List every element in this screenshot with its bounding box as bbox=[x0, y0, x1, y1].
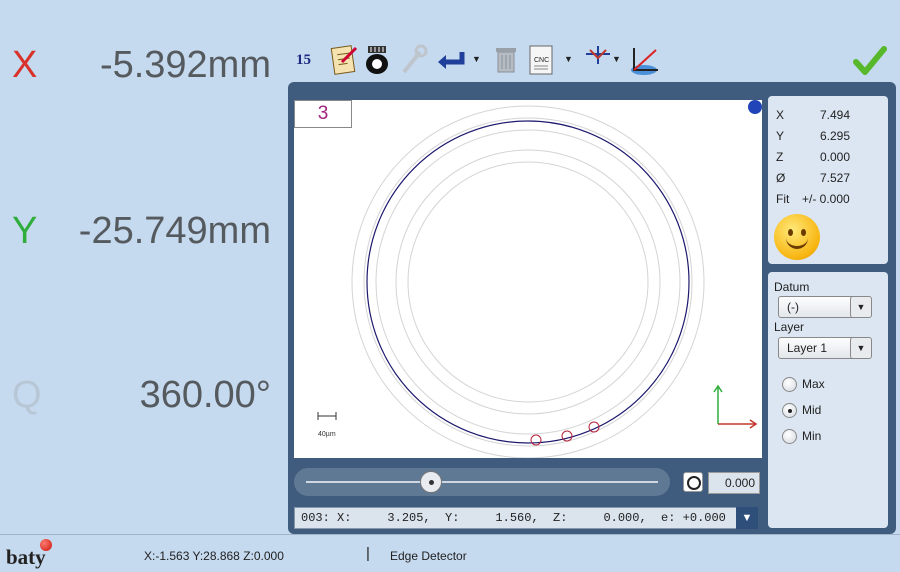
options-panel: Datum (-) ▼ Layer Layer 1 ▼ Max Mid Min bbox=[768, 272, 888, 528]
slider-value[interactable]: 0.000 bbox=[708, 472, 760, 494]
layer-dropdown-icon[interactable]: ▼ bbox=[850, 337, 872, 359]
layer-label: Layer bbox=[774, 320, 805, 334]
status-coords: X:-1.563 Y:28.868 Z:0.000 bbox=[144, 549, 284, 563]
x-value: -5.392mm bbox=[99, 44, 271, 86]
smiley-icon bbox=[774, 214, 820, 260]
layer-tag: 3 bbox=[294, 100, 352, 128]
feature-viewport[interactable]: 40µm 3 bbox=[294, 100, 762, 458]
result-z: Z 0.000 bbox=[776, 150, 850, 164]
toolbar: 15 ▼ CNC ▼ ▼ bbox=[294, 40, 894, 84]
result-x: X 7.494 bbox=[776, 108, 850, 122]
status-bar: baty X:-1.563 Y:28.868 Z:0.000 | Edge De… bbox=[0, 534, 900, 572]
result-y: Y 6.295 bbox=[776, 129, 850, 143]
return-icon[interactable] bbox=[434, 42, 470, 78]
dro-q: Q 360.00° bbox=[0, 374, 285, 434]
result-panel: X 7.494 Y 6.295 Z 0.000 Ø 7.527 Fit +/- 0.000 bbox=[768, 96, 888, 264]
command-line[interactable]: 003: X: 3.205, Y: 1.560, Z: 0.000, e: +0… bbox=[294, 507, 758, 529]
datum-label: Datum bbox=[774, 280, 810, 294]
report-icon[interactable] bbox=[328, 42, 364, 78]
confirm-check-icon[interactable] bbox=[853, 46, 887, 76]
command-dropdown-icon[interactable]: ▼ bbox=[736, 507, 758, 529]
result-diameter: Ø 7.527 bbox=[776, 171, 850, 185]
svg-text:CNC: CNC bbox=[534, 57, 549, 64]
measure-point bbox=[561, 430, 573, 442]
crosshair-dropdown-icon[interactable]: ▼ bbox=[612, 54, 621, 64]
q-value: 360.00° bbox=[139, 374, 271, 416]
wrench-icon[interactable] bbox=[398, 42, 434, 78]
slider-track bbox=[306, 481, 658, 483]
return-dropdown-icon[interactable]: ▼ bbox=[472, 54, 481, 64]
cnc-icon[interactable]: CNC bbox=[526, 42, 562, 78]
trash-icon[interactable] bbox=[490, 42, 526, 78]
radio-max[interactable]: Max bbox=[782, 376, 882, 394]
logo-dot-icon bbox=[40, 539, 52, 551]
y-axis-label: Y bbox=[12, 210, 38, 252]
fitted-circle bbox=[366, 120, 690, 444]
y-value: -25.749mm bbox=[78, 210, 271, 252]
scale-label: 40µm bbox=[318, 431, 336, 438]
datum-dropdown-icon[interactable]: ▼ bbox=[850, 296, 872, 318]
x-axis-label: X bbox=[12, 44, 38, 86]
result-fit: Fit +/- 0.000 bbox=[776, 192, 850, 206]
dro-x: X -5.392mm bbox=[0, 44, 285, 104]
dro-y: Y -25.749mm bbox=[0, 210, 285, 270]
baty-logo: baty bbox=[6, 545, 46, 569]
feature-count: 15 bbox=[296, 52, 311, 68]
cnc-dropdown-icon[interactable]: ▼ bbox=[564, 54, 573, 64]
slider-thumb[interactable] bbox=[420, 471, 442, 493]
status-separator: | bbox=[366, 545, 370, 562]
datum-icon[interactable] bbox=[628, 42, 664, 78]
status-tool: Edge Detector bbox=[390, 549, 467, 563]
radio-min[interactable]: Min bbox=[782, 428, 882, 446]
measure-point bbox=[530, 434, 542, 446]
q-axis-label: Q bbox=[12, 374, 42, 416]
circle-plot: 40µm bbox=[317, 105, 758, 458]
zoom-slider[interactable] bbox=[294, 468, 670, 496]
view-indicator-dot[interactable] bbox=[748, 100, 762, 114]
probe-icon[interactable] bbox=[362, 42, 398, 78]
radio-mid[interactable]: Mid bbox=[782, 402, 882, 420]
snap-toggle[interactable] bbox=[683, 472, 703, 492]
